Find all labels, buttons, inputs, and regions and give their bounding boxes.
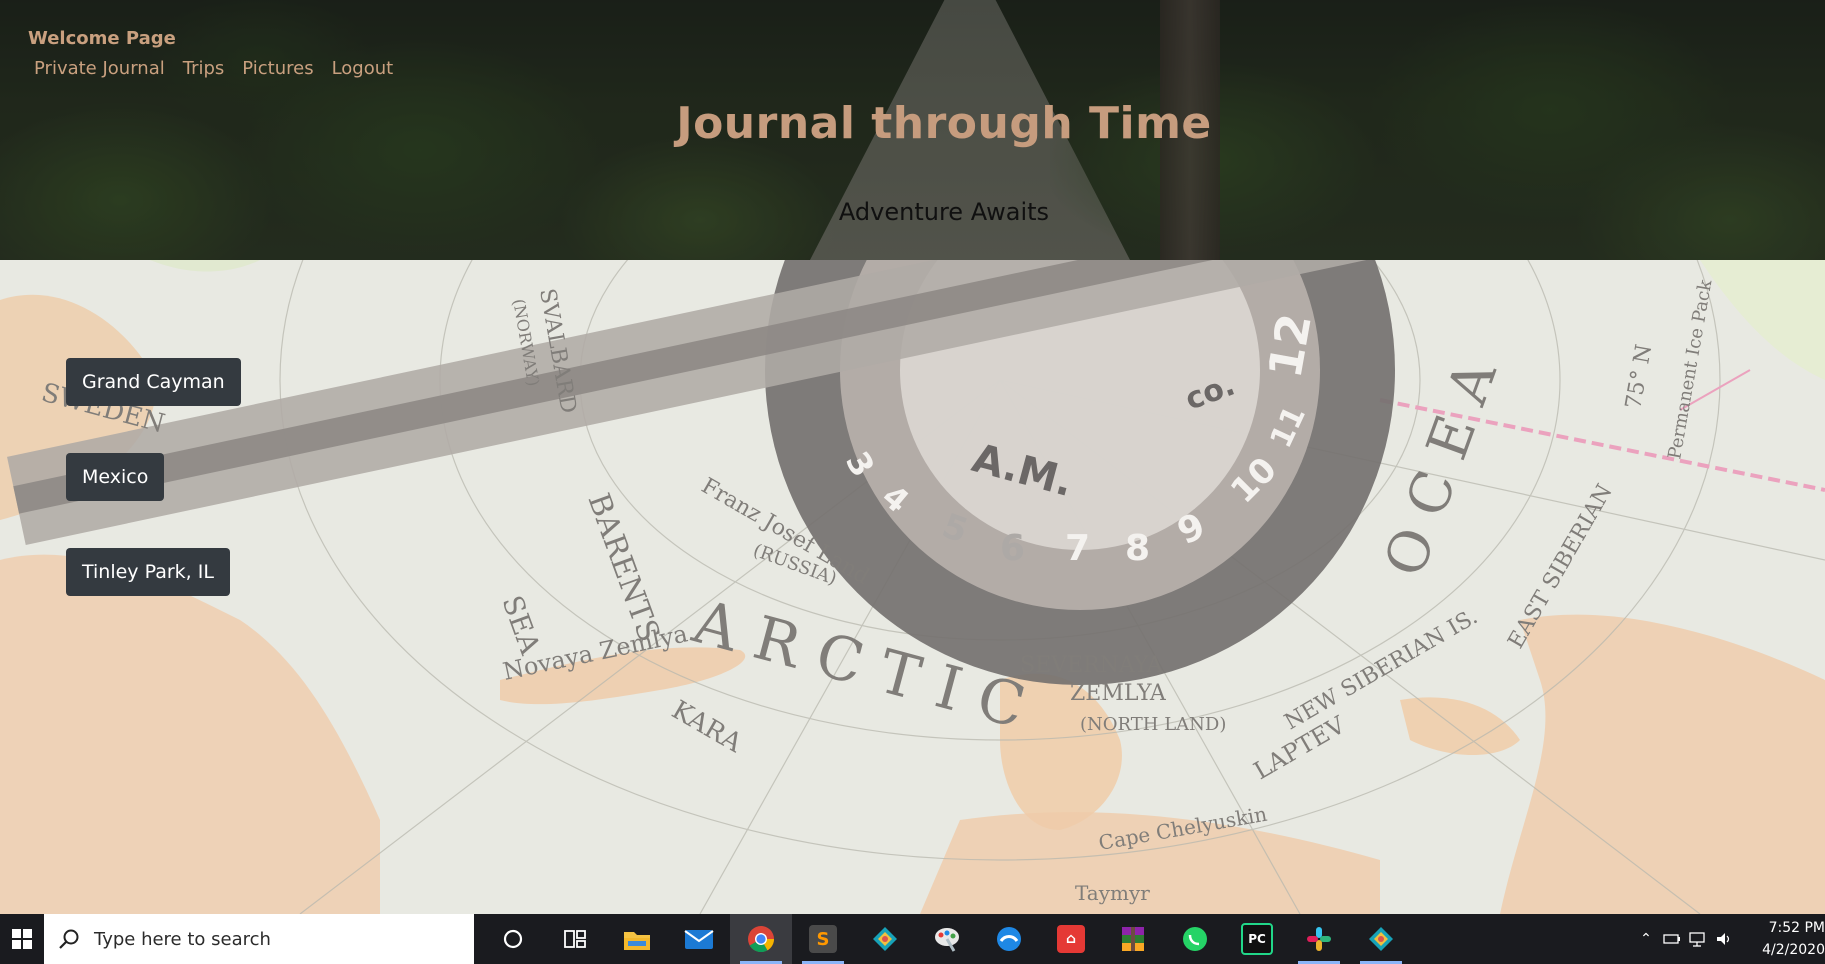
slack-icon[interactable] <box>1288 914 1350 964</box>
git-kraken-icon[interactable] <box>1350 914 1412 964</box>
brand-title[interactable]: Welcome Page <box>28 28 176 49</box>
git-kraken-icon[interactable] <box>854 914 916 964</box>
nav-pictures[interactable]: Pictures <box>242 58 313 79</box>
pycharm-icon[interactable]: PC <box>1226 914 1288 964</box>
windows-taskbar: Type here to search S ⌂ PC ⌃ 7:52 PM 4/2… <box>0 914 1825 964</box>
taskbar-app-list: S ⌂ PC <box>482 914 1412 964</box>
cortana-icon[interactable] <box>482 914 544 964</box>
hero-banner: Welcome Page Private Journal Trips Pictu… <box>0 0 1825 260</box>
browser-viewport: Welcome Page Private Journal Trips Pictu… <box>0 0 1825 964</box>
taskbar-search-box[interactable]: Type here to search <box>44 914 474 964</box>
nav-logout[interactable]: Logout <box>332 58 394 79</box>
main-nav: Private Journal Trips Pictures Logout <box>34 58 393 79</box>
system-tray: ⌃ 7:52 PM 4/2/2020 <box>1633 914 1825 964</box>
red-app-icon[interactable]: ⌂ <box>1040 914 1102 964</box>
vs-code-icon[interactable] <box>978 914 1040 964</box>
chrome-icon[interactable] <box>730 914 792 964</box>
windows-logo-icon <box>12 929 32 949</box>
network-icon[interactable] <box>1685 931 1711 947</box>
sublime-text-icon[interactable]: S <box>792 914 854 964</box>
clock-time: 7:52 PM <box>1768 920 1825 936</box>
trip-button-tinley-park[interactable]: Tinley Park, IL <box>66 548 230 596</box>
search-placeholder: Type here to search <box>94 928 271 950</box>
system-clock[interactable]: 7:52 PM 4/2/2020 <box>1755 917 1825 961</box>
winrar-icon[interactable] <box>1102 914 1164 964</box>
search-icon <box>59 929 79 949</box>
page-title: Journal through Time <box>676 98 1212 149</box>
whatsapp-icon[interactable] <box>1164 914 1226 964</box>
task-view-icon[interactable] <box>544 914 606 964</box>
page-subtitle: Adventure Awaits <box>838 198 1050 226</box>
trip-button-mexico[interactable]: Mexico <box>66 453 165 501</box>
paint-icon[interactable] <box>916 914 978 964</box>
volume-icon[interactable] <box>1711 931 1737 947</box>
file-explorer-icon[interactable] <box>606 914 668 964</box>
battery-icon[interactable] <box>1659 933 1685 945</box>
nav-private-journal[interactable]: Private Journal <box>34 58 165 79</box>
clock-date: 4/2/2020 <box>1762 942 1825 958</box>
start-button[interactable] <box>0 914 44 964</box>
nav-trips[interactable]: Trips <box>183 58 225 79</box>
mail-icon[interactable] <box>668 914 730 964</box>
map-background: BARENTS SEA A R C T I C O C E A Franz Jo… <box>0 260 1825 914</box>
chevron-up-icon[interactable]: ⌃ <box>1633 931 1659 947</box>
map-overlay <box>0 260 1825 914</box>
trip-button-grand-cayman[interactable]: Grand Cayman <box>66 358 241 406</box>
